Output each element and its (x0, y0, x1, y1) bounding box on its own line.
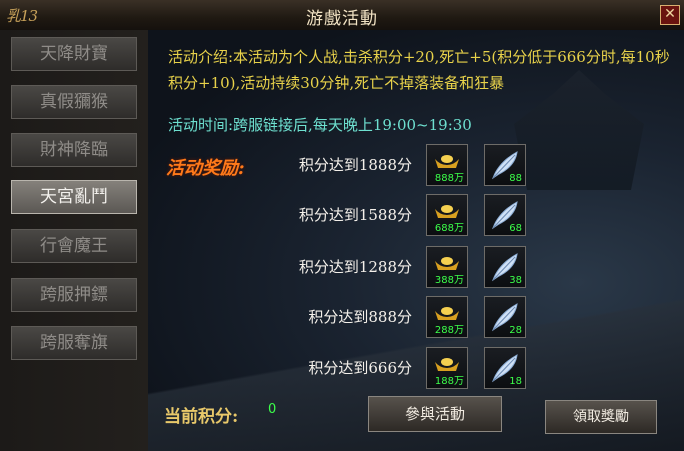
reward-row: 积分达到1288分 388万 38 (148, 246, 684, 290)
reward-condition: 积分达到1588分 (298, 206, 412, 224)
reward-condition: 积分达到1288分 (298, 258, 412, 276)
gold-ingot-icon (435, 358, 459, 371)
reward-row: 积分达到666分 188万 18 (148, 347, 684, 391)
activity-sidebar: 天降財寶 真假獼猴 財神降臨 天宮亂鬥 行會魔王 跨服押鏢 跨服奪旗 (0, 30, 150, 451)
gold-reward-slot[interactable]: 688万 (426, 194, 468, 236)
feather-count: 38 (509, 275, 522, 286)
tab-kuafu-duoqi[interactable]: 跨服奪旗 (11, 326, 137, 360)
reward-row: 积分达到1588分 688万 68 (148, 194, 684, 238)
activity-description: 活动介绍:本活动为个人战,击杀积分+20,死亡+5(积分低于666分时,每10秒… (168, 48, 670, 92)
title-bar: 乳13 游戲活動 ✕ (0, 0, 684, 31)
gold-count: 388万 (434, 275, 464, 286)
tab-zhenjia-mihou[interactable]: 真假獼猴 (11, 85, 137, 119)
feather-reward-slot[interactable]: 88 (484, 144, 526, 186)
reward-condition: 积分达到1888分 (298, 156, 412, 174)
gold-ingot-icon (435, 307, 459, 320)
feather-count: 28 (509, 325, 522, 336)
gold-count: 288万 (434, 325, 464, 336)
activity-panel: 活动介绍:本活动为个人战,击杀积分+20,死亡+5(积分低于666分时,每10秒… (148, 30, 684, 451)
gold-ingot-icon (435, 257, 459, 270)
gold-count: 688万 (434, 223, 464, 234)
current-score-label: 当前积分: (164, 407, 239, 427)
reward-row: 积分达到888分 288万 28 (148, 296, 684, 340)
tab-hanghui-mowang[interactable]: 行會魔王 (11, 229, 137, 263)
gold-ingot-icon (435, 205, 459, 218)
tab-kuafu-yabiao[interactable]: 跨服押鏢 (11, 278, 137, 312)
current-score-value: 0 (268, 402, 277, 417)
feather-reward-slot[interactable]: 28 (484, 296, 526, 338)
feather-count: 88 (509, 173, 522, 184)
activity-window: 乳13 游戲活動 ✕ 天降財寶 真假獼猴 財神降臨 天宮亂鬥 行會魔王 跨服押鏢… (0, 0, 684, 451)
join-activity-button[interactable]: 參與活動 (368, 396, 502, 432)
feather-reward-slot[interactable]: 68 (484, 194, 526, 236)
gold-count: 188万 (434, 376, 464, 387)
close-button[interactable]: ✕ (660, 5, 680, 25)
activity-time: 活动时间:跨服链接后,每天晚上19:00~19:30 (168, 116, 472, 134)
gold-reward-slot[interactable]: 188万 (426, 347, 468, 389)
gold-reward-slot[interactable]: 388万 (426, 246, 468, 288)
feather-count: 68 (509, 223, 522, 234)
gold-reward-slot[interactable]: 888万 (426, 144, 468, 186)
reward-row: 积分达到1888分 888万 88 (148, 144, 684, 188)
tab-tianjiang-caibao[interactable]: 天降財寶 (11, 37, 137, 71)
reward-condition: 积分达到888分 (308, 308, 412, 326)
claim-reward-button[interactable]: 領取獎勵 (545, 400, 657, 434)
window-title: 游戲活動 (306, 9, 378, 29)
feather-reward-slot[interactable]: 18 (484, 347, 526, 389)
reward-condition: 积分达到666分 (308, 359, 412, 377)
feather-reward-slot[interactable]: 38 (484, 246, 526, 288)
gold-ingot-icon (435, 155, 459, 168)
gold-count: 888万 (434, 173, 464, 184)
gold-reward-slot[interactable]: 288万 (426, 296, 468, 338)
tab-caishen-jianglin[interactable]: 財神降臨 (11, 133, 137, 167)
tab-tiangong-luandou[interactable]: 天宮亂鬥 (11, 180, 137, 214)
feather-count: 18 (509, 376, 522, 387)
